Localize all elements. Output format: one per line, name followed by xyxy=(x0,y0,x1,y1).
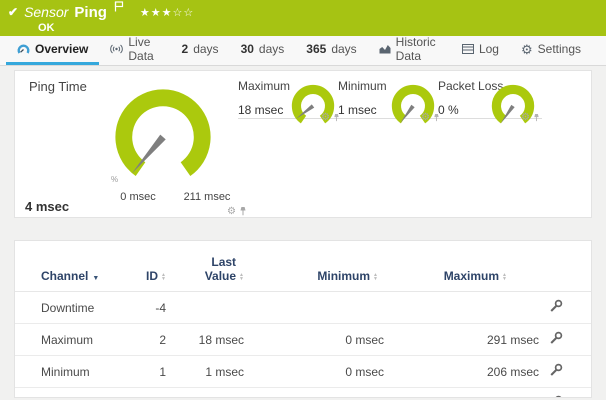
channel-id-cell: 2 xyxy=(125,324,170,356)
minimum-cell: 0 % xyxy=(248,388,388,399)
minimum-cell: 0 msec xyxy=(248,324,388,356)
mini-value: 0 % xyxy=(438,103,459,117)
priority-stars[interactable]: ★★★☆☆ xyxy=(140,6,194,19)
sensor-name: Ping xyxy=(74,4,107,21)
channel-table-panel: Channel▼ ID▲▼ Last Value▲▼ Minimum▲▼ Max… xyxy=(14,240,592,398)
maximum-cell: 40 % xyxy=(388,388,543,399)
channel-settings-icon[interactable] xyxy=(543,388,591,399)
tab-settings-label: Settings xyxy=(538,42,581,56)
maximum-cell xyxy=(388,292,543,324)
tab-settings[interactable]: ⚙ Settings xyxy=(510,36,592,65)
status-check-icon: ✔ xyxy=(8,5,18,19)
tab-bar: Overview Live Data 2 days 30 days 365 da… xyxy=(0,36,606,66)
gauge-settings-gear-icon[interactable]: ⚙ xyxy=(521,113,530,123)
gauge-max-label: 211 msec xyxy=(175,191,239,203)
gauge-settings-gear-icon[interactable]: ⚙ xyxy=(227,207,236,217)
last-value-cell: 1 msec xyxy=(170,356,248,388)
priority-flag-icon[interactable] xyxy=(114,0,124,17)
channel-id-cell: 1 xyxy=(125,356,170,388)
channel-table-body: Downtime-4Maximum218 msec0 msec291 msecM… xyxy=(15,292,591,399)
tab-live-data[interactable]: Live Data xyxy=(99,36,170,65)
sensor-status-text: OK xyxy=(8,22,596,34)
col-header-minimum[interactable]: Minimum▲▼ xyxy=(248,241,388,292)
maximum-cell: 291 msec xyxy=(388,324,543,356)
percent-toggle-icon[interactable]: % xyxy=(111,175,118,184)
gauge-settings-gear-icon[interactable]: ⚙ xyxy=(321,113,330,123)
last-value-cell: 18 msec xyxy=(170,324,248,356)
sort-icon: ▲▼ xyxy=(239,273,244,281)
gauge-icon xyxy=(17,43,30,55)
tab-30-days[interactable]: 30 days xyxy=(230,36,296,65)
col-header-id[interactable]: ID▲▼ xyxy=(125,241,170,292)
tab-2-days[interactable]: 2 days xyxy=(171,36,230,65)
tab-365-days[interactable]: 365 days xyxy=(295,36,367,65)
log-list-icon xyxy=(462,44,474,54)
channel-table: Channel▼ ID▲▼ Last Value▲▼ Minimum▲▼ Max… xyxy=(15,241,591,398)
col-header-actions xyxy=(543,241,591,292)
minimum-cell xyxy=(248,292,388,324)
channel-row: Maximum218 msec0 msec291 msec xyxy=(15,324,591,356)
col-header-maximum[interactable]: Maximum▲▼ xyxy=(388,241,543,292)
sort-desc-icon: ▼ xyxy=(92,275,99,282)
channel-settings-icon[interactable] xyxy=(543,292,591,324)
sort-icon: ▲▼ xyxy=(502,273,507,281)
mini-panel-packet-loss: Packet Loss 0 % ⚙ xyxy=(438,71,538,219)
last-value-cell xyxy=(170,292,248,324)
main-gauge-title: Ping Time xyxy=(29,79,87,94)
channel-settings-icon[interactable] xyxy=(543,356,591,388)
tab-historic-data[interactable]: Historic Data xyxy=(368,36,451,65)
mini-title: Maximum xyxy=(238,79,290,93)
pin-icon[interactable] xyxy=(433,109,440,127)
mini-value: 18 msec xyxy=(238,103,283,117)
mini-panel-maximum: Maximum 18 msec ⚙ xyxy=(238,71,338,219)
tab-historic-label: Historic Data xyxy=(396,35,440,63)
tab-overview[interactable]: Overview xyxy=(6,36,99,65)
pin-icon[interactable] xyxy=(533,109,540,127)
channel-row: Downtime-4 xyxy=(15,292,591,324)
mini-panel-minimum: Minimum 1 msec ⚙ xyxy=(338,71,438,219)
channel-name-cell[interactable]: Maximum xyxy=(15,324,125,356)
maximum-cell: 206 msec xyxy=(388,356,543,388)
mini-title: Minimum xyxy=(338,79,387,93)
tab-overview-label: Overview xyxy=(35,42,88,56)
col-header-channel[interactable]: Channel▼ xyxy=(15,241,125,292)
gauge-min-label: 0 msec xyxy=(110,191,166,203)
channel-row: Minimum11 msec0 msec206 msec xyxy=(15,356,591,388)
pin-icon[interactable] xyxy=(333,109,340,127)
overview-gauges-panel: Ping Time % 0 msec 211 msec 4 msec ⚙ Max… xyxy=(14,70,592,218)
channel-name-cell[interactable]: Minimum xyxy=(15,356,125,388)
ping-time-value: 4 msec xyxy=(25,199,69,214)
historic-chart-icon xyxy=(379,44,391,54)
tab-log-label: Log xyxy=(479,42,499,56)
sensor-type-label: Sensor xyxy=(24,4,68,20)
channel-id-cell: -4 xyxy=(125,292,170,324)
channel-name-cell[interactable]: Downtime xyxy=(15,292,125,324)
sensor-status-header: ✔ Sensor Ping ★★★☆☆ OK xyxy=(0,0,606,36)
live-signal-icon xyxy=(110,44,123,54)
minimum-cell: 0 msec xyxy=(248,356,388,388)
col-header-last-value[interactable]: Last Value▲▼ xyxy=(170,241,248,292)
channel-settings-icon[interactable] xyxy=(543,324,591,356)
mini-value: 1 msec xyxy=(338,103,377,117)
tab-live-data-label: Live Data xyxy=(128,35,159,63)
sort-icon: ▲▼ xyxy=(373,273,378,281)
settings-gear-icon: ⚙ xyxy=(521,43,533,56)
last-value-cell: 0 % xyxy=(170,388,248,399)
channel-row: Packet Loss30 %0 %40 % xyxy=(15,388,591,399)
gauge-settings-gear-icon[interactable]: ⚙ xyxy=(421,113,430,123)
channel-id-cell: 3 xyxy=(125,388,170,399)
tab-log[interactable]: Log xyxy=(451,36,510,65)
sort-icon: ▲▼ xyxy=(161,273,166,281)
channel-name-cell[interactable]: Packet Loss xyxy=(15,388,125,399)
